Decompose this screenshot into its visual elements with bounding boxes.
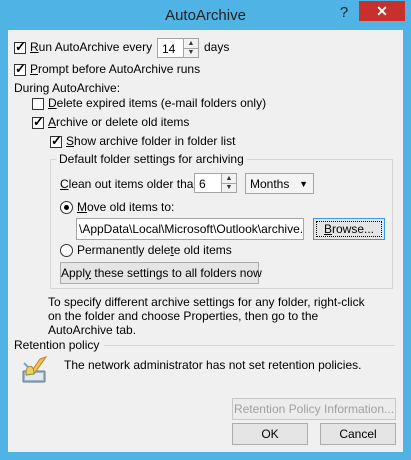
delete-expired-checkbox[interactable] — [32, 98, 44, 110]
delete-expired-label[interactable]: Delete expired items (e-mail folders onl… — [48, 96, 266, 110]
move-old-items-radio[interactable] — [60, 201, 73, 214]
run-autoarchive-checkbox[interactable]: ✓ — [14, 39, 26, 54]
info-text-line-2: on the folder and choose Properties, the… — [48, 309, 319, 323]
cancel-button[interactable]: Cancel — [320, 423, 396, 445]
archive-or-delete-checkbox[interactable]: ✓ — [32, 114, 44, 129]
days-stepper-buttons[interactable]: ▲ ▼ — [183, 39, 198, 57]
run-autoarchive-label[interactable]: Run AutoArchive every — [30, 40, 152, 54]
dialog-client-area: ✓ Run AutoArchive every 14 ▲ ▼ days ✓ Pr… — [8, 30, 403, 452]
days-stepper[interactable]: 14 ▲ ▼ — [157, 38, 199, 58]
browse-button[interactable]: Browse... — [313, 218, 385, 240]
checkmark-icon: ✓ — [51, 133, 62, 148]
help-button[interactable]: ? — [336, 4, 352, 21]
permanently-delete-label[interactable]: Permanently delete old items — [77, 243, 232, 257]
retention-policy-icon — [20, 355, 50, 385]
move-old-items-label[interactable]: Move old items to: — [77, 200, 174, 214]
title-bar[interactable]: AutoArchive ? ✕ — [0, 0, 411, 30]
checkmark-icon: ✓ — [33, 114, 44, 129]
age-unit-value[interactable]: Months — [250, 177, 289, 191]
age-value[interactable]: 6 — [199, 177, 206, 191]
info-text-line-3: AutoArchive tab. — [48, 323, 137, 337]
during-autoarchive-label: During AutoArchive: — [14, 81, 121, 95]
apply-to-all-folders-button[interactable]: Apply these settings to all folders now — [60, 262, 262, 284]
retention-policy-information-button[interactable]: Retention Policy Information... — [232, 398, 396, 420]
autoarchive-dialog: AutoArchive ? ✕ ✓ Run AutoArchive every … — [0, 0, 411, 460]
prompt-before-label[interactable]: Prompt before AutoArchive runs — [30, 62, 200, 76]
days-value[interactable]: 14 — [162, 42, 175, 56]
age-stepper-buttons[interactable]: ▲ ▼ — [221, 174, 236, 192]
close-button[interactable]: ✕ — [359, 1, 405, 21]
clean-out-label: Clean out items older than — [60, 177, 201, 191]
age-stepper[interactable]: 6 ▲ ▼ — [194, 173, 237, 193]
radio-selected-dot — [64, 205, 69, 210]
permanently-delete-radio[interactable] — [60, 244, 73, 257]
stepper-down-icon[interactable]: ▼ — [222, 183, 236, 192]
checkmark-icon: ✓ — [15, 39, 26, 54]
show-archive-folder-label[interactable]: Show archive folder in folder list — [66, 134, 235, 148]
browse-focus-rect — [316, 221, 382, 237]
stepper-down-icon[interactable]: ▼ — [184, 48, 198, 57]
chevron-down-icon[interactable]: ▼ — [299, 179, 308, 189]
retention-policy-title: Retention policy — [14, 338, 100, 352]
ok-button[interactable]: OK — [232, 423, 308, 445]
prompt-before-checkbox[interactable]: ✓ — [14, 61, 26, 76]
checkmark-icon: ✓ — [15, 61, 26, 76]
default-folder-settings-title: Default folder settings for archiving — [56, 152, 247, 166]
age-unit-select[interactable]: Months ▼ — [245, 173, 314, 194]
retention-policy-message: The network administrator has not set re… — [64, 358, 362, 372]
show-archive-folder-checkbox[interactable]: ✓ — [50, 133, 62, 148]
archive-path-field[interactable]: \AppData\Local\Microsoft\Outlook\archive… — [76, 218, 304, 240]
retention-separator — [104, 345, 395, 346]
archive-or-delete-label[interactable]: Archive or delete old items — [48, 115, 189, 129]
days-label: days — [204, 40, 230, 54]
info-text-line-1: To specify different archive settings fo… — [48, 295, 365, 309]
